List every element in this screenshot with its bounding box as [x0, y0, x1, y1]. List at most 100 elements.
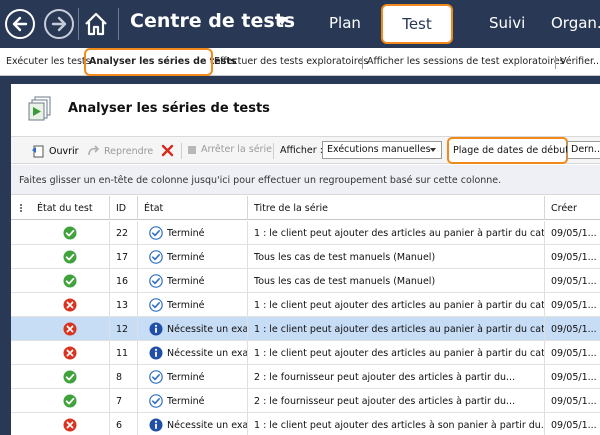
divider: [118, 8, 119, 40]
stop-icon: [188, 145, 196, 154]
cell-status: Terminé: [137, 365, 247, 389]
table-row[interactable]: 22 Terminé 1 : le client peut ajouter des …: [11, 221, 600, 245]
resume-label: Reprendre: [104, 145, 154, 157]
failed-icon: [63, 346, 77, 360]
cell-title: 2 : le fournisseur peut ajouter des arti…: [247, 389, 544, 413]
arrow-left-icon: [12, 16, 28, 32]
forward-button[interactable]: [44, 9, 74, 39]
active-subnav-highlight: [84, 48, 213, 76]
status-text: Terminé: [167, 372, 205, 383]
cell-created: 09/05/1...: [544, 413, 600, 435]
cell-status: Nécessite un exam...: [137, 341, 247, 365]
cell-created: 09/05/1...: [544, 365, 600, 389]
resume-button[interactable]: Reprendre: [86, 144, 153, 158]
completed-check-icon: [149, 370, 163, 384]
toolbar: Ouvrir Reprendre Arrêter la série Affich…: [11, 136, 600, 164]
passed-icon: [63, 250, 77, 264]
cell-created: 09/05/1...: [544, 221, 600, 245]
passed-icon: [63, 226, 77, 240]
cell-status: Nécessite un exam...: [137, 413, 247, 435]
column-header-id[interactable]: ID: [109, 196, 137, 220]
table-row[interactable]: 8 Terminé 2 : le fournisseur peut ajouter …: [11, 365, 600, 389]
column-header-created[interactable]: Créer: [544, 196, 600, 220]
tab-plan[interactable]: Plan: [329, 14, 361, 32]
divider: [555, 56, 556, 69]
table-row[interactable]: 7 Terminé 2 : le fournisseur peut ajouter …: [11, 389, 600, 413]
cell-test-state: [31, 245, 109, 269]
home-button[interactable]: [82, 10, 110, 38]
cell-status: Terminé: [137, 221, 247, 245]
column-header-test-state[interactable]: État du test: [31, 196, 109, 220]
cell-id: 7: [109, 389, 137, 413]
cell-created: 09/05/1...: [544, 341, 600, 365]
tab-suivi[interactable]: Suivi: [489, 14, 525, 32]
divider: [181, 143, 182, 159]
group-by-hint[interactable]: Faites glisser un en-tête de colonne jus…: [11, 165, 600, 195]
completed-check-icon: [149, 298, 163, 312]
cell-status: Terminé: [137, 389, 247, 413]
subnav-run-tests[interactable]: Exécuter les tests: [6, 56, 91, 67]
cell-id: 22: [109, 221, 137, 245]
open-icon: [32, 145, 44, 158]
cell-created: 09/05/1...: [544, 269, 600, 293]
table-row[interactable]: 6 Nécessite un exam...1 : le client peut …: [11, 413, 600, 435]
table-row[interactable]: 16 Terminé Tous les cas de test manuels (M…: [11, 269, 600, 293]
cell-title: 1 : le client peut ajouter des articles …: [247, 317, 544, 341]
cell-id: 8: [109, 365, 137, 389]
column-grip-icon[interactable]: [11, 196, 31, 220]
info-icon: [149, 418, 163, 432]
passed-icon: [63, 394, 77, 408]
subnav-exploratory[interactable]: Effectuer des tests exploratoires: [214, 56, 368, 67]
cell-created: 09/05/1...: [544, 293, 600, 317]
test-run-icon: [28, 96, 51, 121]
content-area: Analyser les séries de tests Ouvrir Repr…: [0, 76, 600, 435]
subnav-exploratory-sessions[interactable]: Afficher les sessions de test exploratoi…: [367, 56, 565, 67]
table-row[interactable]: 17 Terminé Tous les cas de test manuels (M…: [11, 245, 600, 269]
column-header-title[interactable]: Titre de la série: [247, 196, 544, 220]
open-button[interactable]: Ouvrir: [31, 144, 79, 158]
cell-title: 1 : le client peut ajouter des articles …: [247, 413, 544, 435]
column-header-status[interactable]: État: [137, 196, 247, 220]
table-row[interactable]: 11 Nécessite un exam...1 : le client peut…: [11, 341, 600, 365]
cell-title: 2 : le fournisseur peut ajouter des arti…: [247, 365, 544, 389]
cell-title: Tous les cas de test manuels (Manuel): [247, 245, 544, 269]
chevron-down-icon: [430, 148, 436, 152]
cell-title: Tous les cas de test manuels (Manuel): [247, 269, 544, 293]
cell-title: 1 : le client peut ajouter des articles …: [247, 341, 544, 365]
divider: [273, 143, 274, 159]
tab-organ[interactable]: Organ...: [551, 14, 600, 32]
stop-run-button[interactable]: Arrêter la série: [187, 144, 272, 155]
home-icon: [85, 12, 107, 36]
cell-id: 16: [109, 269, 137, 293]
open-label: Ouvrir: [49, 145, 79, 157]
cell-test-state: [31, 389, 109, 413]
date-range-select[interactable]: Dern...: [567, 141, 600, 159]
cell-title: 1 : le client peut ajouter des articles …: [247, 293, 544, 317]
show-select[interactable]: Exécutions manuelles: [322, 141, 442, 159]
cell-status: Terminé: [137, 245, 247, 269]
hub-title[interactable]: Centre de tests: [130, 10, 295, 32]
divider: [78, 8, 79, 40]
page-title: Analyser les séries de tests: [68, 101, 270, 116]
back-button[interactable]: [5, 9, 35, 39]
cell-id: 12: [109, 317, 137, 341]
arrow-right-icon: [51, 16, 67, 32]
completed-check-icon: [149, 250, 163, 264]
delete-button[interactable]: [161, 144, 174, 157]
main-panel: Analyser les séries de tests Ouvrir Repr…: [11, 84, 600, 435]
table-row[interactable]: 13 Terminé 1 : le client peut ajouter des …: [11, 293, 600, 317]
table-row[interactable]: 12 Nécessite un exam...1 : le client peut…: [11, 317, 600, 341]
date-range-label: Plage de dates de début :: [447, 137, 575, 164]
completed-check-icon: [149, 274, 163, 288]
tab-test[interactable]: Test: [381, 4, 453, 44]
cell-id: 13: [109, 293, 137, 317]
failed-icon: [63, 322, 77, 336]
subnav-verify[interactable]: Vérifier...: [560, 56, 600, 67]
status-text: Terminé: [167, 252, 205, 263]
cell-test-state: [31, 293, 109, 317]
completed-check-icon: [149, 226, 163, 240]
status-text: Terminé: [167, 300, 205, 311]
cell-id: 17: [109, 245, 137, 269]
chevron-down-icon[interactable]: [276, 17, 288, 25]
cell-status: Terminé: [137, 293, 247, 317]
